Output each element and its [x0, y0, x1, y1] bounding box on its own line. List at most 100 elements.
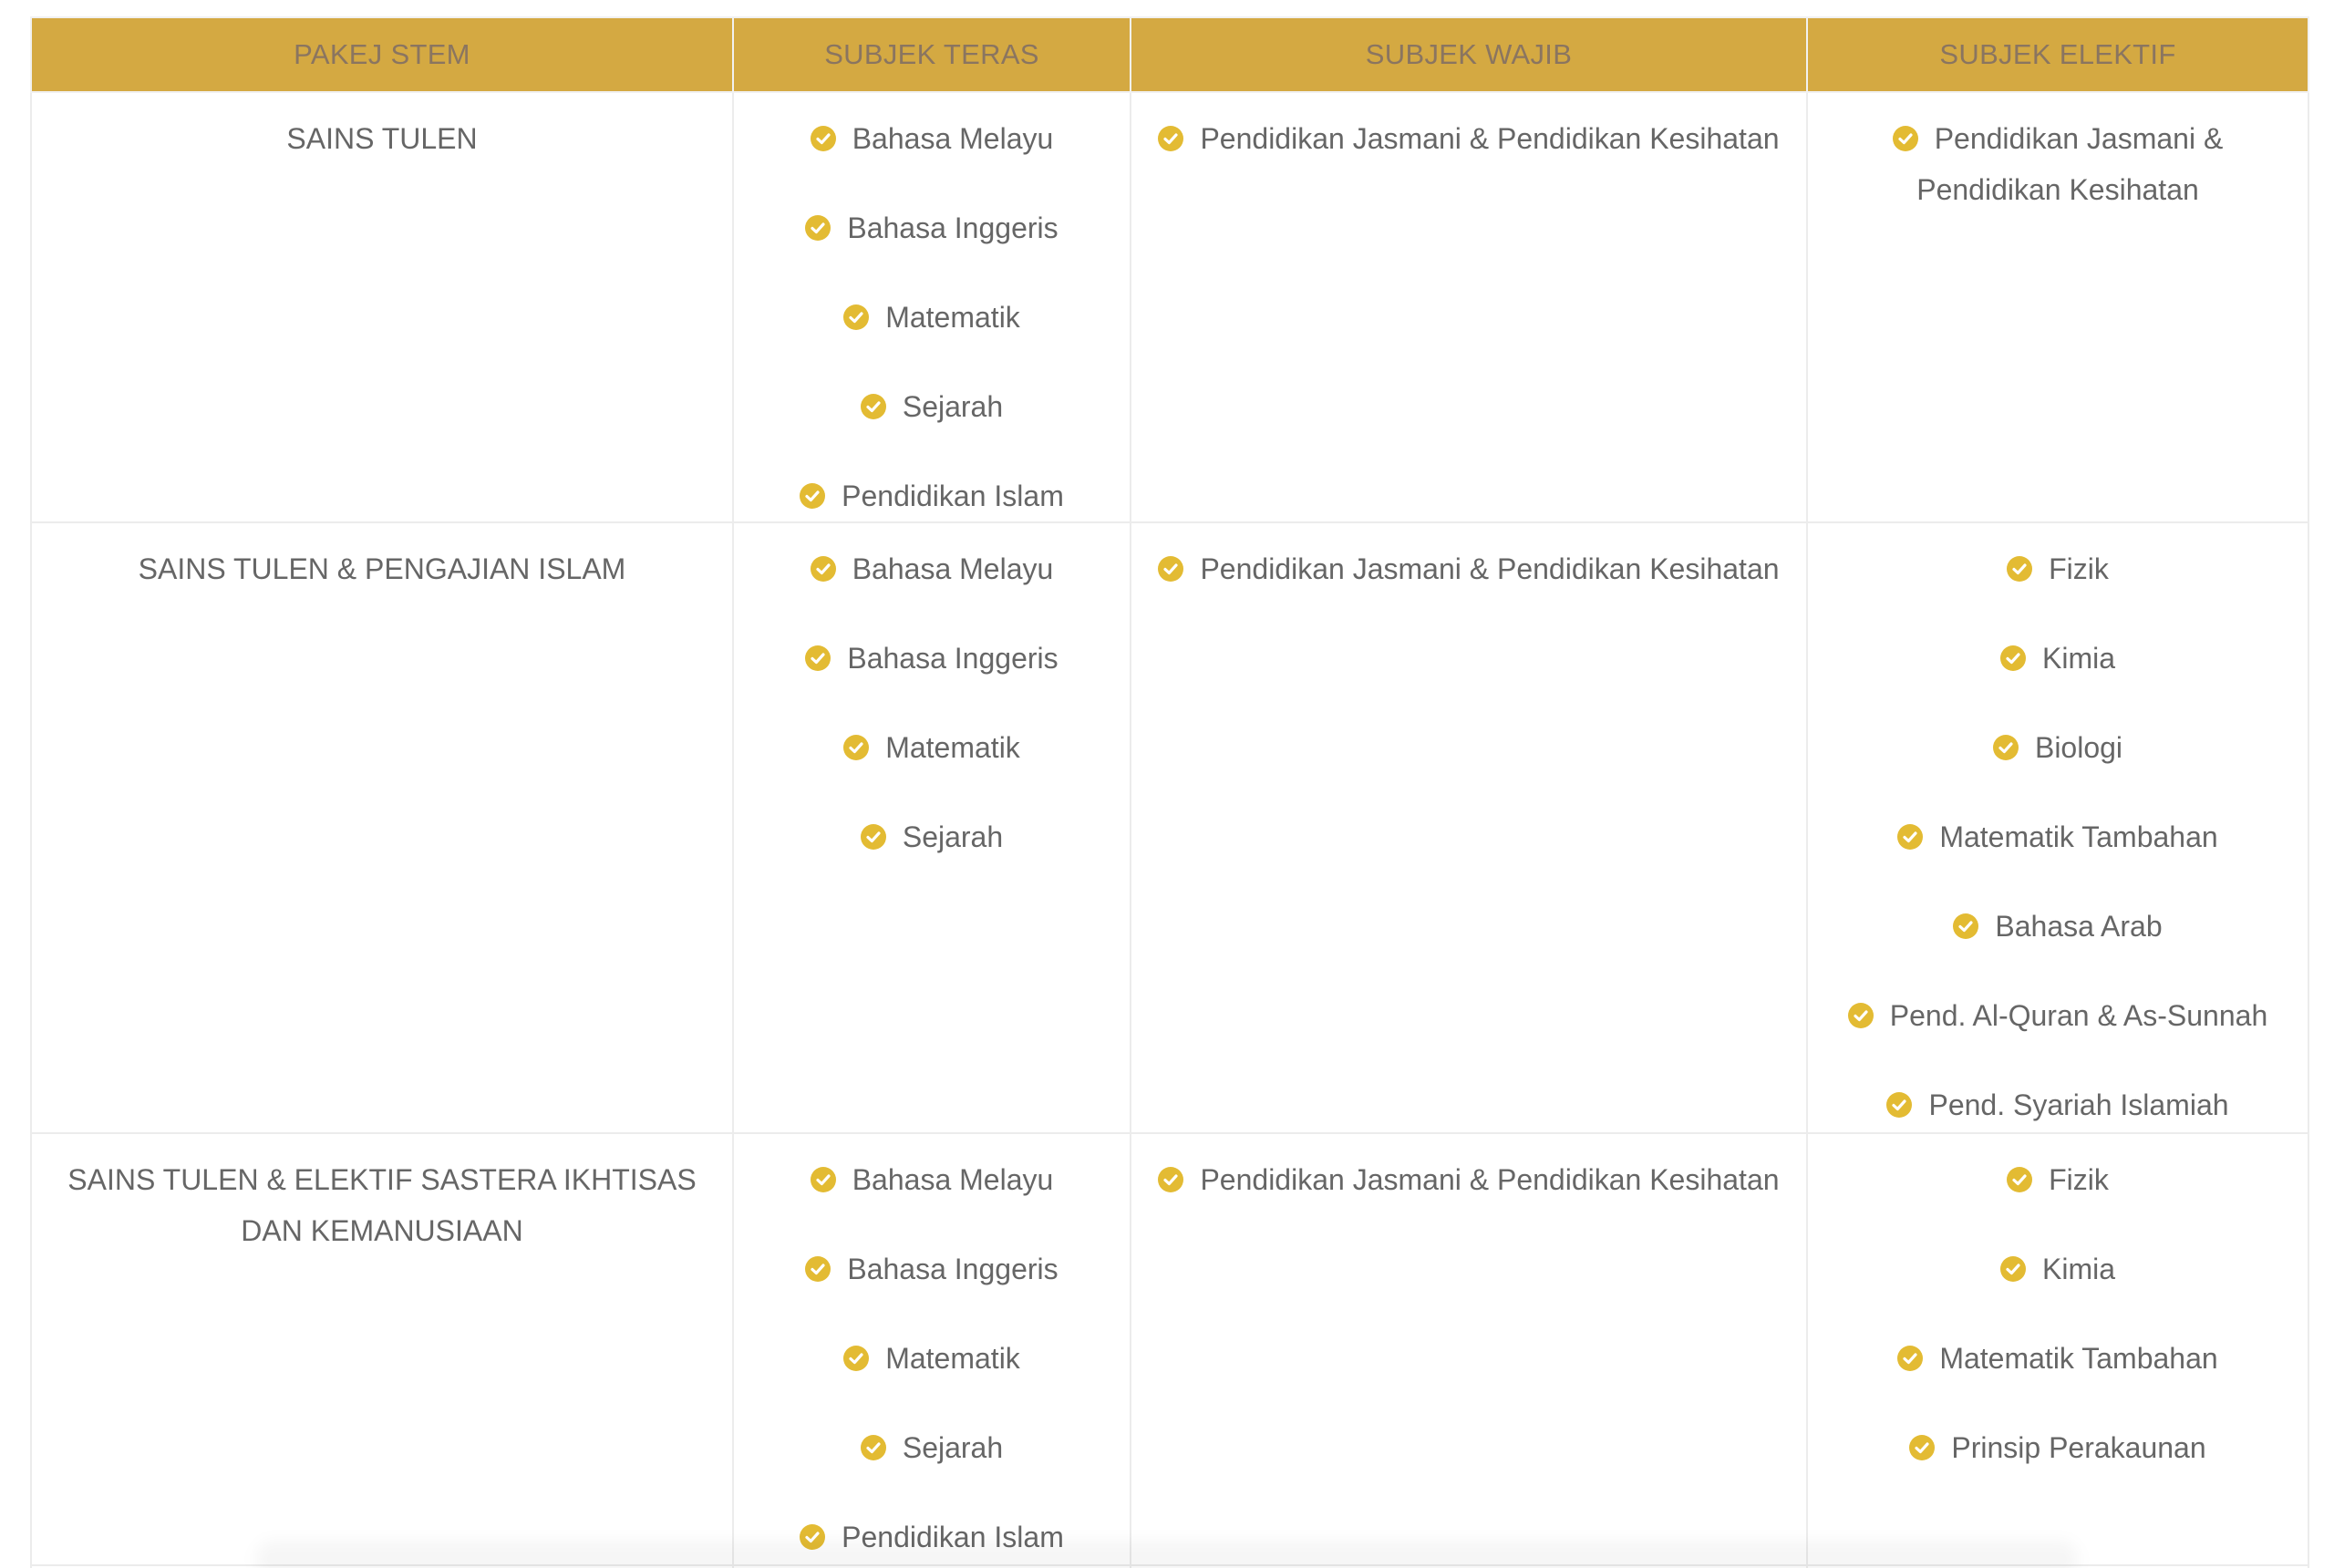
subject-label: Bahasa Inggeris [847, 211, 1059, 244]
list-item: Bahasa Melayu [747, 1154, 1117, 1205]
check-circle-icon [810, 1166, 836, 1192]
list-item: Bahasa Inggeris [747, 633, 1117, 684]
subject-label: Kimia [2041, 1253, 2115, 1285]
subject-label: Pend. Syariah Islamiah [1928, 1088, 2229, 1121]
teras-cell: Bahasa Melayu Bahasa Inggeris Matematik Sej… [732, 91, 1131, 523]
check-circle-icon [1897, 823, 1924, 850]
check-circle-icon [1897, 1345, 1924, 1371]
check-circle-icon [1999, 645, 2026, 671]
check-circle-icon [805, 1255, 831, 1282]
subject-label: Pendidikan Jasmani & Pendidikan Kesihata… [1200, 1163, 1780, 1196]
elektif-cell: Fizik Kimia Biologi Matematik Tambahan Bahas… [1806, 521, 2309, 1134]
subject-label: Sejarah [902, 390, 1004, 423]
list-item: Pend. Syariah Islamiah [1821, 1079, 2295, 1130]
table-row: SAINS TULEN & PENGAJIAN ISLAM Bahasa Mel… [30, 521, 2309, 1134]
check-circle-icon [1158, 1166, 1184, 1192]
list-item: Matematik Tambahan [1821, 811, 2295, 862]
check-circle-icon [1886, 1091, 1913, 1118]
header-subjek-wajib: SUBJEK WAJIB [1130, 16, 1808, 93]
list-item: Bahasa Melayu [747, 113, 1117, 164]
check-circle-icon [1992, 734, 2019, 760]
wajib-cell: Pendidikan Jasmani & Pendidikan Kesihata… [1130, 1132, 1808, 1566]
subject-label: Bahasa Melayu [852, 1163, 1054, 1196]
subject-label: Fizik [2049, 1163, 2109, 1196]
subject-label: Matematik [885, 731, 1020, 764]
list-item: Pend. Al-Quran & As-Sunnah [1821, 990, 2295, 1041]
subject-label: Pendidikan Islam [842, 480, 1064, 512]
list-item: Matematik [747, 1333, 1117, 1384]
header-pakej-stem: PAKEJ STEM [30, 16, 734, 93]
list-item: Pendidikan Jasmani & Pendidikan Kesihata… [1144, 113, 1793, 164]
subject-label: Pendidikan Jasmani & Pendidikan Kesihata… [1200, 552, 1780, 585]
subject-label: Matematik [885, 1342, 1020, 1375]
check-circle-icon [843, 734, 870, 760]
table-header-row: PAKEJ STEM SUBJEK TERAS SUBJEK WAJIB SUB… [30, 16, 2309, 93]
list-item: Bahasa Inggeris [747, 202, 1117, 253]
elektif-cell: Pendidikan Jasmani & Pendidikan Kesihata… [1806, 91, 2309, 523]
subject-label: Pendidikan Jasmani & Pendidikan Kesihata… [1916, 122, 2224, 206]
list-item: Prinsip Perakaunan [1821, 1422, 2295, 1473]
subject-label: Pend. Al-Quran & As-Sunnah [1889, 999, 2268, 1032]
subject-label: Matematik Tambahan [1939, 1342, 2218, 1375]
check-circle-icon [1892, 125, 1918, 151]
subject-label: Bahasa Inggeris [847, 642, 1059, 675]
check-circle-icon [805, 645, 831, 671]
subject-label: Sejarah [902, 820, 1004, 853]
teras-cell: Bahasa Melayu Bahasa Inggeris Matematik Sej… [732, 521, 1131, 1134]
package-name: SAINS TULEN & PENGAJIAN ISLAM [30, 521, 734, 1134]
subject-label: Pendidikan Jasmani & Pendidikan Kesihata… [1200, 122, 1780, 155]
subject-label: Matematik Tambahan [1939, 820, 2218, 853]
check-circle-icon [810, 555, 836, 582]
list-item: Matematik [747, 292, 1117, 343]
subject-label: Fizik [2049, 552, 2109, 585]
list-item: Kimia [1821, 1243, 2295, 1295]
list-item: Fizik [1821, 543, 2295, 594]
list-item: Matematik Tambahan [1821, 1333, 2295, 1384]
teras-cell: Bahasa Melayu Bahasa Inggeris Matematik Sej… [732, 1132, 1131, 1566]
subject-label: Bahasa Inggeris [847, 1253, 1059, 1285]
check-circle-icon [860, 1434, 886, 1460]
subject-label: Prinsip Perakaunan [1951, 1431, 2206, 1464]
check-circle-icon [1909, 1434, 1936, 1460]
table-row: SAINS TULEN Bahasa Melayu Bahasa Inggeris… [30, 91, 2309, 523]
list-item: Kimia [1821, 633, 2295, 684]
package-name: SAINS TULEN & ELEKTIF SASTERA IKHTISAS D… [30, 1132, 734, 1566]
list-item: Pendidikan Jasmani & Pendidikan Kesihata… [1144, 1154, 1793, 1205]
subject-label: Matematik [885, 301, 1020, 334]
subject-label: Bahasa Melayu [852, 122, 1054, 155]
list-item: Sejarah [747, 811, 1117, 862]
list-item: Matematik [747, 722, 1117, 773]
check-circle-icon [2007, 555, 2033, 582]
check-circle-icon [1999, 1255, 2026, 1282]
check-circle-icon [1158, 555, 1184, 582]
check-circle-icon [1158, 125, 1184, 151]
header-subjek-teras: SUBJEK TERAS [732, 16, 1131, 93]
check-circle-icon [1953, 913, 1979, 939]
wajib-cell: Pendidikan Jasmani & Pendidikan Kesihata… [1130, 91, 1808, 523]
wajib-cell: Pendidikan Jasmani & Pendidikan Kesihata… [1130, 521, 1808, 1134]
page: PAKEJ STEM SUBJEK TERAS SUBJEK WAJIB SUB… [0, 0, 2334, 1568]
list-item: Pendidikan Jasmani & Pendidikan Kesihata… [1144, 543, 1793, 594]
subject-label: Bahasa Arab [1995, 910, 2163, 943]
list-item: Bahasa Melayu [747, 543, 1117, 594]
subject-label: Kimia [2041, 642, 2115, 675]
list-item: Sejarah [747, 1422, 1117, 1473]
list-item: Pendidikan Jasmani & Pendidikan Kesihata… [1821, 113, 2295, 215]
list-item: Bahasa Arab [1821, 901, 2295, 952]
list-item: Biologi [1821, 722, 2295, 773]
table-row: SAINS TULEN & ELEKTIF SASTERA IKHTISAS D… [30, 1132, 2309, 1566]
check-circle-icon [860, 393, 886, 419]
list-item: Sejarah [747, 381, 1117, 432]
package-name: SAINS TULEN [30, 91, 734, 523]
subjects-table: PAKEJ STEM SUBJEK TERAS SUBJEK WAJIB SUB… [30, 16, 2309, 1568]
elektif-cell: Fizik Kimia Matematik Tambahan Prinsip Pera… [1806, 1132, 2309, 1566]
list-item: Bahasa Inggeris [747, 1243, 1117, 1295]
check-circle-icon [843, 304, 870, 330]
check-circle-icon [805, 214, 831, 241]
check-circle-icon [2007, 1166, 2033, 1192]
subject-label: Bahasa Melayu [852, 552, 1054, 585]
check-circle-icon [1847, 1002, 1874, 1028]
list-item: Pendidikan Islam [747, 470, 1117, 521]
check-circle-icon [810, 125, 836, 151]
subject-label: Biologi [2034, 731, 2123, 764]
